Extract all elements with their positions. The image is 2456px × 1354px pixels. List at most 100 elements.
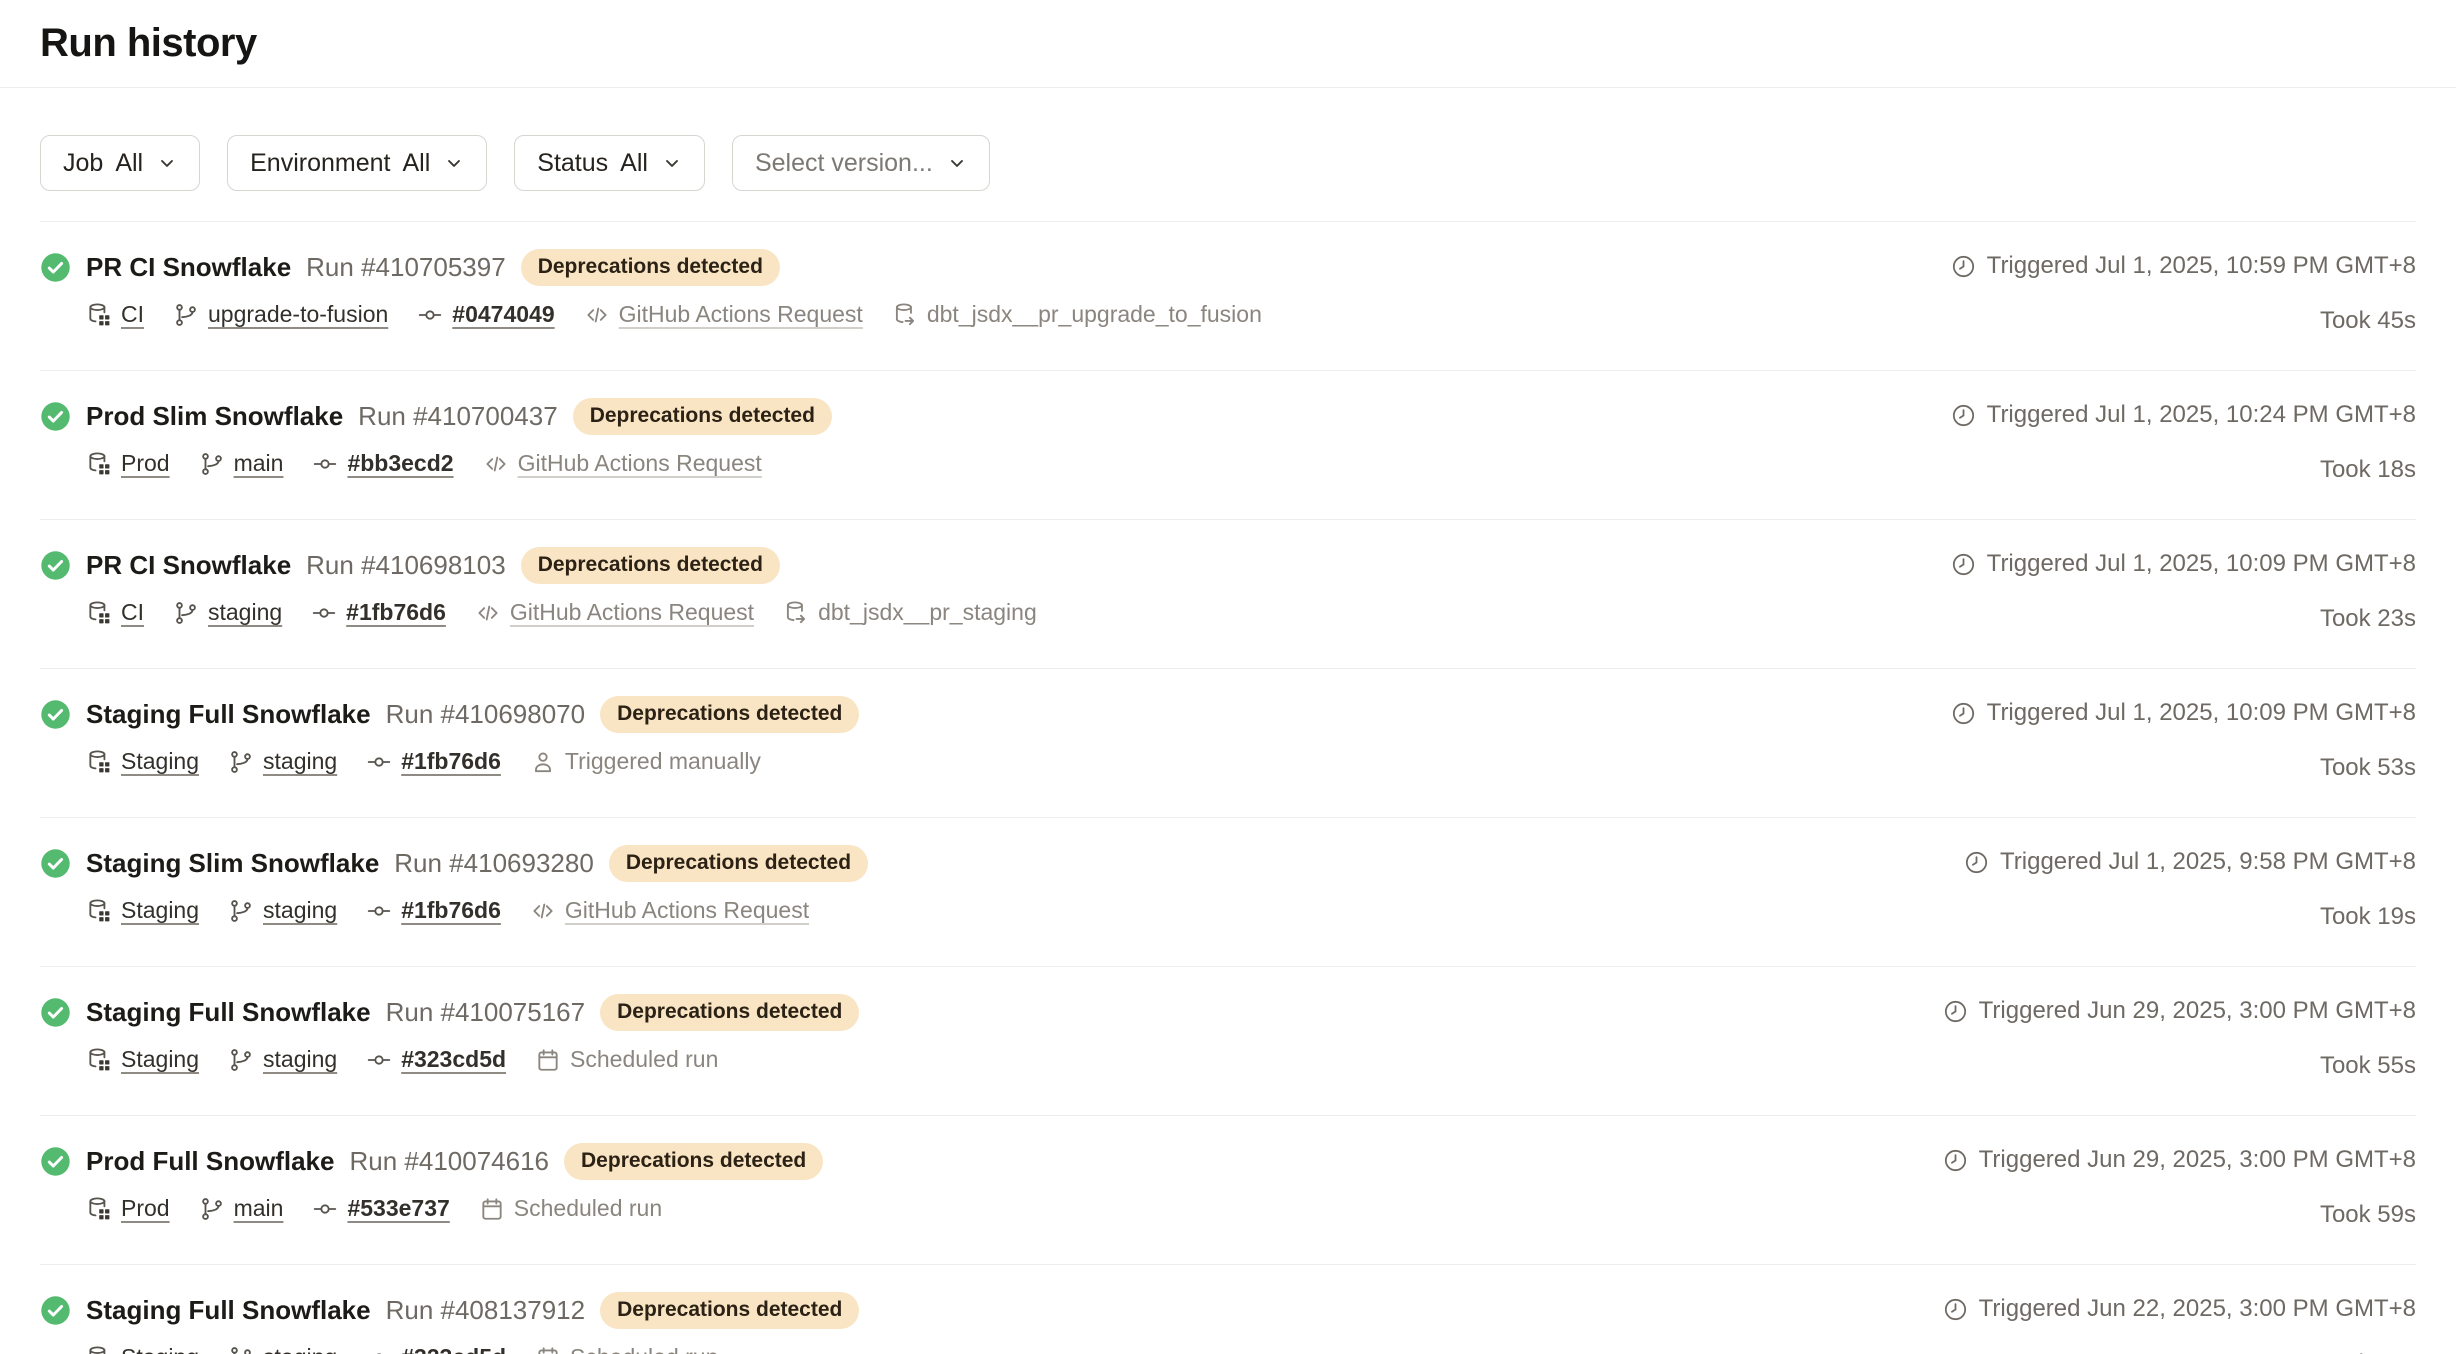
trigger-meta: Scheduled run [535, 1046, 718, 1073]
branch-link[interactable]: main [234, 1195, 284, 1222]
run-title-line: Prod Slim Snowflake Run #410700437 Depre… [40, 398, 832, 435]
run-meta-line: CI staging #1fb76d6 [86, 599, 1037, 626]
run-history-row[interactable]: Staging Full Snowflake Run #410075167 De… [40, 967, 2416, 1116]
deprecations-badge: Deprecations detected [573, 398, 832, 435]
branch-meta: staging [228, 897, 337, 924]
clock-icon [1951, 403, 1976, 428]
deprecations-badge: Deprecations detected [609, 845, 868, 882]
clock-icon [1951, 701, 1976, 726]
branch-link[interactable]: staging [263, 1046, 337, 1073]
commit-link[interactable]: #1fb76d6 [401, 897, 501, 924]
environment-link[interactable]: CI [121, 599, 144, 626]
triggered-at-text: Triggered Jul 1, 2025, 10:24 PM GMT+8 [1987, 401, 2416, 429]
run-history-row[interactable]: Staging Full Snowflake Run #410698070 De… [40, 669, 2416, 818]
environment-meta: Prod [86, 450, 170, 477]
version-select-dropdown[interactable]: Select version... [732, 135, 990, 191]
job-name-link[interactable]: Prod Slim Snowflake [86, 401, 343, 432]
job-name-link[interactable]: PR CI Snowflake [86, 252, 291, 283]
environment-link[interactable]: Staging [121, 897, 199, 924]
branch-link[interactable]: upgrade-to-fusion [208, 301, 388, 328]
schema-label: dbt_jsdx__pr_upgrade_to_fusion [927, 301, 1262, 328]
environment-icon [86, 898, 112, 924]
run-number: Run #410075167 [386, 997, 586, 1028]
branch-link[interactable]: staging [263, 1344, 337, 1354]
trigger-link[interactable]: GitHub Actions Request [510, 599, 754, 626]
run-meta-line: Prod main #533e737 [86, 1195, 823, 1222]
job-name-link[interactable]: PR CI Snowflake [86, 550, 291, 581]
environment-meta: CI [86, 301, 144, 328]
environment-link[interactable]: Prod [121, 450, 170, 477]
job-filter-dropdown[interactable]: Job All [40, 135, 200, 191]
deprecations-badge: Deprecations detected [564, 1143, 823, 1180]
trigger-label: Scheduled run [570, 1344, 718, 1354]
run-history-row[interactable]: Prod Full Snowflake Run #410074616 Depre… [40, 1116, 2416, 1265]
commit-link[interactable]: #0474049 [452, 301, 554, 328]
trigger-link[interactable]: GitHub Actions Request [518, 450, 762, 477]
commit-link[interactable]: #1fb76d6 [401, 748, 501, 775]
environment-link[interactable]: Staging [121, 1344, 199, 1354]
git-branch-icon [173, 600, 199, 626]
run-history-row[interactable]: Staging Slim Snowflake Run #410693280 De… [40, 818, 2416, 967]
version-select-placeholder: Select version... [755, 149, 933, 178]
commit-icon [366, 749, 392, 775]
run-history-row[interactable]: Staging Full Snowflake Run #408137912 De… [40, 1265, 2416, 1354]
run-history-row[interactable]: Prod Slim Snowflake Run #410700437 Depre… [40, 371, 2416, 520]
code-icon [584, 302, 610, 328]
environment-filter-dropdown[interactable]: Environment All [227, 135, 487, 191]
branch-link[interactable]: staging [208, 599, 282, 626]
job-name-link[interactable]: Staging Full Snowflake [86, 699, 371, 730]
deprecations-badge: Deprecations detected [600, 994, 859, 1031]
trigger-meta: GitHub Actions Request [584, 301, 863, 328]
status-filter-dropdown[interactable]: Status All [514, 135, 705, 191]
environment-link[interactable]: Staging [121, 748, 199, 775]
environment-link[interactable]: Staging [121, 1046, 199, 1073]
job-filter-value: All [115, 149, 143, 178]
run-history-row[interactable]: PR CI Snowflake Run #410705397 Deprecati… [40, 222, 2416, 371]
trigger-link[interactable]: GitHub Actions Request [565, 897, 809, 924]
run-meta-line: Staging staging #323cd5d [86, 1046, 859, 1073]
trigger-meta: GitHub Actions Request [483, 450, 762, 477]
commit-icon [366, 898, 392, 924]
commit-meta: #1fb76d6 [311, 599, 446, 626]
trigger-link[interactable]: GitHub Actions Request [619, 301, 863, 328]
commit-link[interactable]: #533e737 [347, 1195, 449, 1222]
environment-icon [86, 1047, 112, 1073]
run-meta-line: Staging staging #1fb76d6 [86, 897, 868, 924]
git-branch-icon [199, 451, 225, 477]
branch-link[interactable]: staging [263, 897, 337, 924]
job-name-link[interactable]: Staging Full Snowflake [86, 1295, 371, 1326]
job-name-link[interactable]: Prod Full Snowflake [86, 1146, 334, 1177]
commit-link[interactable]: #323cd5d [401, 1046, 506, 1073]
triggered-at-text: Triggered Jul 1, 2025, 10:09 PM GMT+8 [1987, 699, 2416, 727]
clock-icon [1951, 552, 1976, 577]
chevron-down-icon [947, 153, 967, 173]
branch-meta: staging [228, 1344, 337, 1354]
commit-link[interactable]: #323cd5d [401, 1344, 506, 1354]
trigger-meta: GitHub Actions Request [475, 599, 754, 626]
run-meta-line: Staging staging #1fb76d6 [86, 748, 859, 775]
job-name-link[interactable]: Staging Slim Snowflake [86, 848, 379, 879]
run-history-row[interactable]: PR CI Snowflake Run #410698103 Deprecati… [40, 520, 2416, 669]
branch-link[interactable]: staging [263, 748, 337, 775]
run-timing: Triggered Jun 29, 2025, 3:00 PM GMT+8 To… [1943, 1143, 2416, 1229]
run-success-icon [40, 252, 71, 283]
job-name-link[interactable]: Staging Full Snowflake [86, 997, 371, 1028]
run-timing: Triggered Jun 29, 2025, 3:00 PM GMT+8 To… [1943, 994, 2416, 1080]
commit-link[interactable]: #1fb76d6 [346, 599, 446, 626]
branch-link[interactable]: main [234, 450, 284, 477]
deprecations-badge: Deprecations detected [600, 1292, 859, 1329]
git-branch-icon [228, 1345, 254, 1354]
commit-link[interactable]: #bb3ecd2 [347, 450, 453, 477]
environment-link[interactable]: CI [121, 301, 144, 328]
commit-icon [417, 302, 443, 328]
run-main: Staging Full Snowflake Run #410698070 De… [40, 696, 859, 775]
clock-icon [1943, 999, 1968, 1024]
environment-link[interactable]: Prod [121, 1195, 170, 1222]
branch-meta: upgrade-to-fusion [173, 301, 388, 328]
commit-icon [312, 451, 338, 477]
environment-icon [86, 302, 112, 328]
run-main: Staging Slim Snowflake Run #410693280 De… [40, 845, 868, 924]
commit-icon [312, 1196, 338, 1222]
commit-meta: #533e737 [312, 1195, 449, 1222]
triggered-at-text: Triggered Jul 1, 2025, 10:59 PM GMT+8 [1987, 252, 2416, 280]
